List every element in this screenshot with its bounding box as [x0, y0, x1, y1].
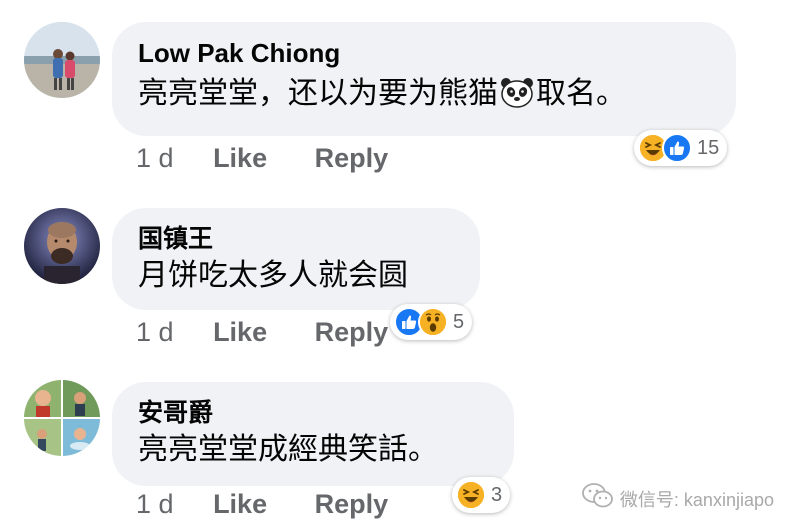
comment-author[interactable]: 安哥爵 [138, 396, 490, 430]
comment-bubble: 安哥爵 亮亮堂堂成經典笑話。 [112, 382, 514, 486]
comment-time[interactable]: 1 d [136, 143, 174, 174]
watermark-text: 微信号: kanxinjiapo [619, 489, 774, 510]
comment-text-part: 亮亮堂堂，还以为要为熊猫 [138, 77, 498, 110]
comment-bubble: Low Pak Chiong 亮亮堂堂，还以为要为熊猫 取名。 [112, 22, 736, 136]
comments-page: Low Pak Chiong 亮亮堂堂，还以为要为熊猫 取名。 1 d Like… [0, 0, 800, 528]
comment-author[interactable]: Low Pak Chiong [138, 36, 712, 70]
reaction-count: 3 [491, 483, 503, 506]
avatar[interactable] [24, 208, 100, 284]
reaction-count: 5 [453, 310, 465, 333]
comment-actions: 1 d Like Reply [136, 316, 388, 348]
wow-icon [418, 307, 448, 337]
wechat-icon [582, 483, 614, 514]
like-button[interactable]: Like [213, 143, 267, 174]
reaction-summary[interactable]: 15 [634, 130, 728, 166]
comment-bubble: 国镇王 月饼吃太多人就会圆 [112, 208, 480, 310]
comment-time[interactable]: 1 d [136, 317, 174, 348]
comment-actions: 1 d Like Reply [136, 488, 388, 520]
watermark: 微信号: kanxinjiapo [582, 483, 774, 514]
reaction-count: 15 [697, 136, 720, 159]
comment-text: 亮亮堂堂，还以为要为熊猫 取名。 [138, 74, 712, 119]
comment-actions: 1 d Like Reply [136, 142, 388, 174]
comment-text: 亮亮堂堂成經典笑話。 [138, 433, 438, 466]
comment-author[interactable]: 国镇王 [138, 222, 456, 256]
reply-button[interactable]: Reply [315, 143, 389, 174]
panda-icon [500, 76, 534, 119]
comment-time[interactable]: 1 d [136, 489, 174, 520]
avatar[interactable] [24, 22, 100, 98]
like-button[interactable]: Like [213, 317, 267, 348]
like-icon [662, 133, 692, 163]
avatar[interactable] [24, 380, 100, 456]
comment-text-part: 取名。 [536, 77, 626, 110]
haha-icon [456, 480, 486, 510]
reply-button[interactable]: Reply [315, 489, 389, 520]
comment-text: 月饼吃太多人就会圆 [138, 259, 408, 292]
like-button[interactable]: Like [213, 489, 267, 520]
reply-button[interactable]: Reply [315, 317, 389, 348]
reaction-summary[interactable]: 3 [452, 477, 511, 513]
reaction-summary[interactable]: 5 [390, 304, 473, 340]
